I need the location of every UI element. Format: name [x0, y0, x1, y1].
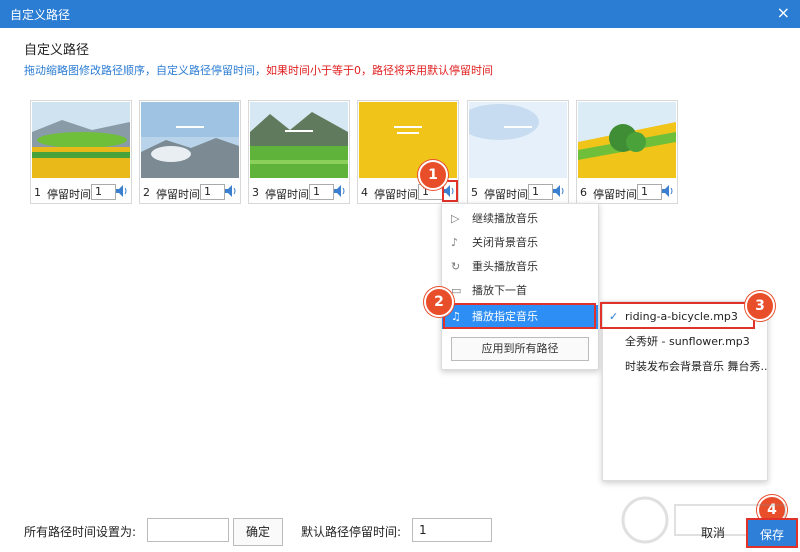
cancel-button[interactable]: 取消	[688, 520, 738, 548]
menu-item-continue-music[interactable]: ▷ 继续播放音乐	[442, 207, 598, 231]
thumbnail-image	[469, 102, 567, 178]
title-bar: 自定义路径 ×	[0, 0, 800, 28]
mute-icon: ♪	[451, 236, 459, 249]
speaker-icon[interactable]	[333, 183, 347, 199]
confirm-button[interactable]: 确定	[233, 518, 283, 546]
hint-text: 拖动缩略图修改路径顺序，自定义路径停留时间，如果时间小于等于0，路径将采用默认停…	[24, 64, 493, 77]
default-time-input[interactable]: 1	[412, 518, 492, 542]
menu-item-replay-music[interactable]: ↻ 重头播放音乐	[442, 255, 598, 279]
all-time-input[interactable]	[147, 518, 229, 542]
speaker-icon[interactable]	[552, 183, 566, 199]
path-thumbnail-1[interactable]: 1 停留时间 1	[30, 100, 132, 204]
step-badge-2: 2	[424, 287, 454, 317]
speaker-icon[interactable]	[115, 183, 129, 199]
path-thumbnail-3[interactable]: 3 停留时间 1	[248, 100, 350, 204]
path-thumbnail-2[interactable]: 2 停留时间 1	[139, 100, 241, 204]
all-time-label: 所有路径时间设置为:	[24, 525, 137, 539]
speaker-icon[interactable]	[224, 183, 238, 199]
submenu-item-track[interactable]: 时装发布会背景音乐 舞台秀...	[603, 355, 767, 379]
stay-time-input[interactable]: 1	[91, 184, 116, 200]
music-context-menu: ▷ 继续播放音乐 ♪ 关闭背景音乐 ↻ 重头播放音乐 ▭ 播放下一首 ♫ 播放指…	[441, 203, 599, 370]
submenu-selection-highlight	[600, 302, 755, 329]
step-badge-3: 3	[745, 291, 775, 321]
thumbnail-image	[141, 102, 239, 178]
speaker-icon[interactable]	[661, 183, 675, 199]
thumbnail-image	[250, 102, 348, 178]
submenu-item-track[interactable]: 全秀妍 - sunflower.mp3	[603, 330, 767, 354]
play-icon: ▷	[451, 212, 460, 225]
menu-item-next-track[interactable]: ▭ 播放下一首	[442, 279, 598, 303]
menu-selection-highlight	[443, 303, 596, 329]
apply-all-button[interactable]: 应用到所有路径	[451, 337, 589, 361]
thumbnail-image	[578, 102, 676, 178]
default-time-label: 默认路径停留时间:	[301, 525, 402, 539]
close-icon[interactable]: ×	[777, 3, 790, 22]
stay-time-input[interactable]: 1	[528, 184, 553, 200]
stay-time-input[interactable]: 1	[637, 184, 662, 200]
stay-time-input[interactable]: 1	[309, 184, 334, 200]
save-button[interactable]: 保存	[746, 518, 798, 548]
window-title: 自定义路径	[10, 8, 71, 22]
stay-time-input[interactable]: 1	[200, 184, 225, 200]
path-thumbnail-6[interactable]: 6 停留时间 1	[576, 100, 678, 204]
replay-icon: ↻	[451, 260, 461, 273]
path-thumbnail-5[interactable]: 5 停留时间 1	[467, 100, 569, 204]
page-heading: 自定义路径	[24, 43, 90, 58]
thumbnail-image	[32, 102, 130, 178]
step-badge-1: 1	[418, 160, 448, 190]
menu-item-mute-music[interactable]: ♪ 关闭背景音乐	[442, 231, 598, 255]
